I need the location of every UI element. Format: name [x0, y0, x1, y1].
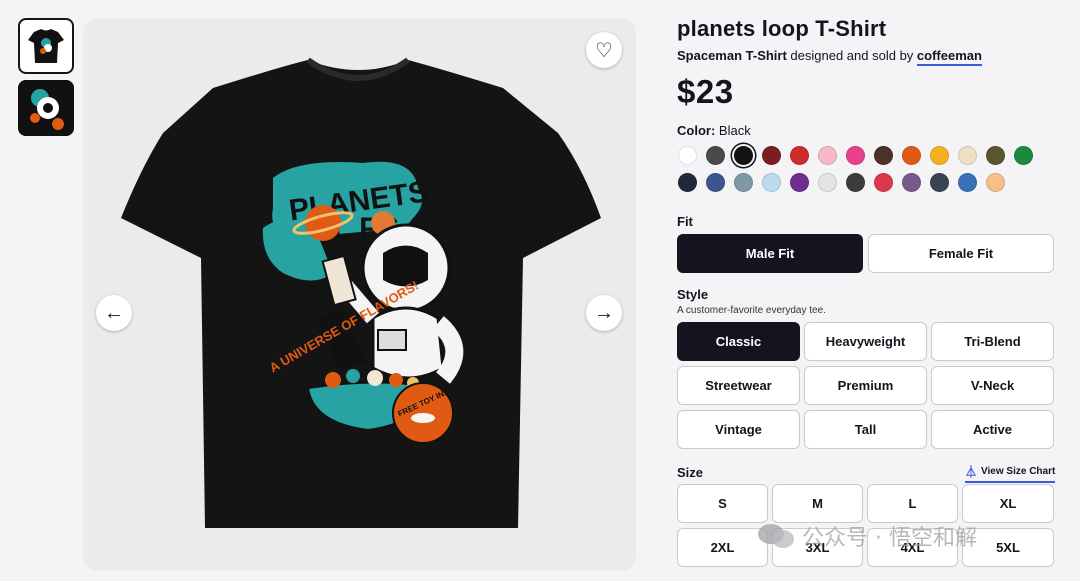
favorite-button[interactable]: ♡ [586, 32, 622, 68]
size-option-l[interactable]: L [867, 484, 958, 523]
designed-by-text: designed and sold by [786, 48, 917, 63]
color-swatch[interactable] [986, 146, 1005, 165]
heart-icon: ♡ [595, 39, 613, 62]
color-swatch[interactable] [678, 146, 697, 165]
color-swatch[interactable] [790, 146, 809, 165]
color-swatches [677, 142, 1057, 196]
product-price: $23 [677, 73, 734, 110]
size-label: Size [677, 465, 704, 480]
wechat-icon [758, 524, 794, 548]
fit-option-female[interactable]: Female Fit [868, 234, 1054, 273]
style-label: Style [677, 287, 709, 302]
arrow-right-icon: → [594, 301, 614, 324]
size-option-2xl[interactable]: 2XL [677, 528, 768, 567]
color-label-text: Color: [677, 123, 716, 138]
style-option-v-neck[interactable]: V-Neck [931, 366, 1054, 405]
style-option-vintage[interactable]: Vintage [677, 410, 800, 449]
color-swatch[interactable] [678, 173, 697, 192]
color-swatch[interactable] [986, 173, 1005, 192]
previous-image-button[interactable]: ← [96, 295, 132, 331]
color-swatch[interactable] [706, 173, 725, 192]
hanger-icon: ⏃ [965, 465, 978, 479]
color-swatch[interactable] [958, 146, 977, 165]
style-option-premium[interactable]: Premium [804, 366, 927, 405]
fit-label: Fit [677, 214, 693, 229]
color-swatch[interactable] [874, 146, 893, 165]
style-option-tall[interactable]: Tall [804, 410, 927, 449]
arrow-left-icon: ← [104, 301, 124, 324]
thumbnail-design[interactable] [18, 80, 74, 136]
color-swatch[interactable] [790, 173, 809, 192]
color-swatch[interactable] [762, 146, 781, 165]
designer-link[interactable]: coffeeman [916, 48, 982, 66]
view-size-chart-text: View Size Chart [981, 466, 1056, 477]
color-swatch[interactable] [734, 173, 753, 192]
thumbnail-tshirt[interactable] [18, 18, 74, 74]
watermark-text: 公众号 · 悟空和解 [802, 526, 977, 551]
product-title: planets loop T-Shirt [677, 16, 887, 41]
tshirt-illustration: PLANETS L PS A UNIVERSE OF FLAVORS! FREE… [121, 57, 601, 528]
style-option-heavyweight[interactable]: Heavyweight [804, 322, 927, 361]
color-swatch[interactable] [1014, 146, 1033, 165]
color-swatch[interactable] [818, 146, 837, 165]
size-option-m[interactable]: M [772, 484, 863, 523]
thumbnail-tshirt-image [22, 22, 70, 70]
thumbnail-list [18, 18, 74, 142]
color-swatch[interactable] [930, 146, 949, 165]
color-swatch[interactable] [902, 146, 921, 165]
style-hint: A customer-favorite everyday tee. [677, 305, 826, 316]
product-subtitle: Spaceman T-Shirt designed and sold by co… [677, 48, 1057, 66]
view-size-chart-link[interactable]: ⏃ View Size Chart [965, 463, 1056, 483]
product-image: PLANETS L PS A UNIVERSE OF FLAVORS! FREE… [83, 18, 636, 571]
color-swatch[interactable] [846, 173, 865, 192]
watermark: 公众号 · 悟空和解 [756, 520, 977, 552]
next-image-button[interactable]: → [586, 295, 622, 331]
color-swatch[interactable] [902, 173, 921, 192]
color-swatch[interactable] [706, 146, 725, 165]
style-option-classic[interactable]: Classic [677, 322, 800, 361]
color-swatch[interactable] [762, 173, 781, 192]
style-option-tri-blend[interactable]: Tri-Blend [931, 322, 1054, 361]
color-swatch[interactable] [874, 173, 893, 192]
size-option-s[interactable]: S [677, 484, 768, 523]
style-option-streetwear[interactable]: Streetwear [677, 366, 800, 405]
fit-option-male[interactable]: Male Fit [677, 234, 863, 273]
color-swatch[interactable] [930, 173, 949, 192]
color-swatch[interactable] [846, 146, 865, 165]
size-option-xl[interactable]: XL [962, 484, 1054, 523]
color-swatch[interactable] [818, 173, 837, 192]
color-swatch[interactable] [958, 173, 977, 192]
product-details-panel: planets loop T-Shirt Spaceman T-Shirt de… [677, 16, 1057, 196]
product-type: Spaceman T-Shirt [677, 48, 787, 63]
style-option-active[interactable]: Active [931, 410, 1054, 449]
color-swatch[interactable] [734, 146, 753, 165]
color-label: Color: Black [677, 123, 1057, 138]
color-selected-value: Black [718, 123, 751, 138]
